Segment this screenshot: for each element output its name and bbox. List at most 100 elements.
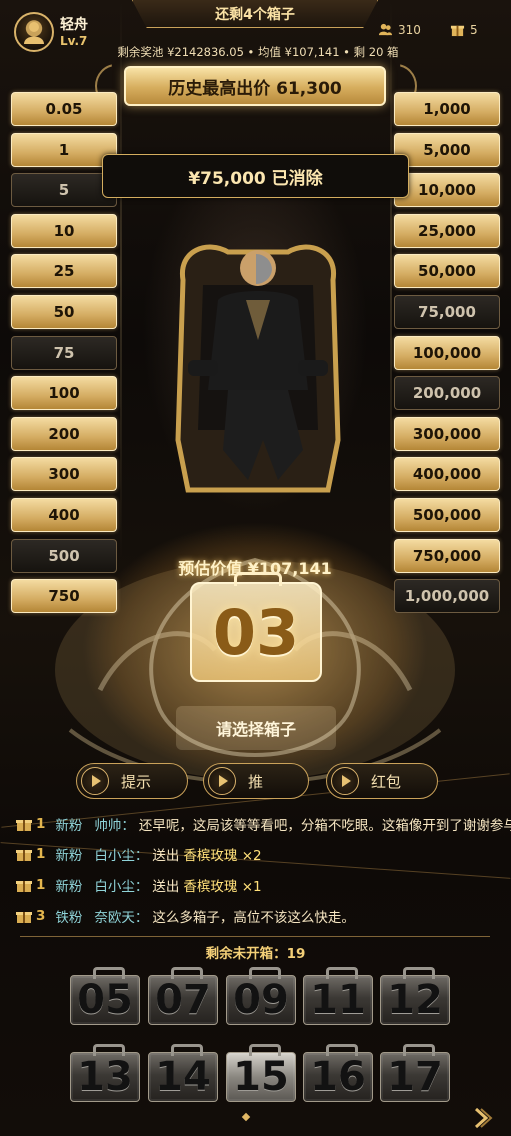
boxes-remaining-banner: 还剩4个箱子 — [132, 0, 378, 28]
prize-value-10: 10 — [11, 213, 117, 248]
background-light-beam — [120, 0, 122, 560]
case-14[interactable]: 14 — [148, 1044, 218, 1102]
fan-level: 3 — [36, 908, 46, 924]
prize-value-25000: 25,000 — [394, 213, 500, 248]
fan-tier: 新粉 — [55, 879, 83, 895]
fan-tier: 新粉 — [55, 818, 83, 834]
selected-case-number: 03 — [212, 595, 300, 669]
user-silhouette-icon — [24, 22, 44, 44]
case-05[interactable]: 05 — [70, 967, 140, 1025]
chat-nickname: 白小尘： — [94, 848, 149, 864]
prize-value-500000: 500,000 — [394, 498, 500, 532]
play-icon — [331, 767, 359, 795]
chat-text: 送出 — [152, 848, 180, 864]
prize-value-100: 100 — [11, 376, 117, 411]
prize-value-400000: 400,000 — [394, 457, 500, 492]
prize-value-100000: 100,000 — [394, 335, 500, 370]
case-12[interactable]: 12 — [380, 967, 450, 1025]
prize-value-300: 300 — [11, 457, 117, 492]
red-packet-label: 红包 — [371, 772, 402, 791]
host-on-throne-image — [175, 244, 341, 493]
prize-value-750: 750 — [11, 579, 117, 614]
fan-level: 1 — [36, 816, 46, 832]
remaining-cases-count: 剩余未开箱：19 — [205, 946, 306, 962]
case-number: 14 — [155, 1054, 211, 1100]
prize-value-25: 25 — [11, 254, 117, 289]
choose-case-prompt: 请选择箱子 — [176, 706, 336, 750]
case-11[interactable]: 11 — [303, 967, 373, 1025]
prize-value-0.05: 0.05 — [11, 92, 117, 126]
fan-tier: 新粉 — [55, 848, 83, 864]
case-number: 07 — [155, 977, 211, 1023]
user-avatar[interactable] — [14, 12, 54, 52]
chat-nickname: 帅帅： — [94, 818, 135, 834]
chat-text: 这么多箱子，高位不该这么快走。 — [152, 910, 355, 926]
fan-badge-icon — [16, 880, 32, 892]
prize-value-5000: 5,000 — [394, 132, 500, 167]
case-09[interactable]: 09 — [226, 967, 296, 1025]
chat-message: 3 铁粉 奈欧天： 这么多箱子，高位不该这么快走。 — [16, 906, 359, 926]
case-number: 12 — [387, 977, 443, 1023]
fan-badge-icon — [16, 911, 32, 923]
gift-stat: 5 — [450, 22, 478, 37]
hint-button[interactable]: 提示 — [76, 763, 188, 799]
prize-value-75: 75 — [11, 335, 117, 370]
page-indicator — [241, 1112, 251, 1122]
prize-value-500: 500 — [11, 538, 117, 573]
gift-name: 香槟玫瑰 ×2 — [183, 848, 262, 864]
push-label: 推 — [248, 772, 264, 791]
people-icon — [378, 23, 393, 36]
prize-value-10000: 10,000 — [394, 173, 500, 208]
fan-tier: 铁粉 — [55, 910, 83, 926]
game-screen: 还剩4个箱子 轻舟 Lv.7 310 5 剩余奖池 ¥2142836.05 • … — [0, 0, 511, 1136]
prize-value-400: 400 — [11, 498, 117, 532]
case-number: 09 — [233, 977, 289, 1023]
red-packet-button[interactable]: 红包 — [326, 763, 438, 799]
prize-value-200000: 200,000 — [394, 376, 500, 411]
case-13[interactable]: 13 — [70, 1044, 140, 1102]
case-16[interactable]: 16 — [303, 1044, 373, 1102]
case-07[interactable]: 07 — [148, 967, 218, 1025]
fan-badge-icon — [16, 849, 32, 861]
chat-text: 还早呢，这局该等等看吧，分箱不吃眼。这箱像开到了谢谢参与，但开局可以。 — [138, 818, 511, 834]
fan-level: 1 — [36, 846, 46, 862]
prize-value-1000000: 1,000,000 — [394, 579, 500, 614]
prize-value-750000: 750,000 — [394, 538, 500, 573]
case-15[interactable]: 15 — [226, 1044, 296, 1102]
prize-value-50: 50 — [11, 295, 117, 329]
viewers-stat: 310 — [378, 22, 421, 37]
user-name: 轻舟 — [60, 17, 88, 33]
gifts-count: 5 — [470, 22, 478, 37]
next-arrow-icon[interactable] — [470, 1106, 494, 1130]
case-number: 15 — [233, 1054, 289, 1100]
chat-message: 1 新粉 白小尘： 送出 香槟玫瑰 ×1 — [16, 875, 262, 895]
viewers-count: 310 — [398, 22, 421, 37]
eliminated-notice: ¥75,000 已消除 — [102, 154, 409, 198]
prize-value-50000: 50,000 — [394, 254, 500, 289]
prize-value-1000: 1,000 — [394, 92, 500, 126]
prize-pool-info: 剩余奖池 ¥2142836.05 • 均值 ¥107,141 • 剩 20 箱 — [117, 45, 399, 59]
push-button[interactable]: 推 — [203, 763, 309, 799]
divider — [20, 936, 490, 937]
selected-case[interactable]: 03 — [190, 572, 322, 682]
chat-message: 1 新粉帅帅：还早呢，这局该等等看吧，分箱不吃眼。这箱像开到了谢谢参与，但开局可以… — [16, 814, 511, 834]
chat-text: 送出 — [152, 879, 180, 895]
fan-badge-icon — [16, 819, 32, 831]
highest-bid-banner: 历史最高出价 61,300 — [124, 66, 386, 106]
gift-box-icon — [450, 25, 465, 37]
case-17[interactable]: 17 — [380, 1044, 450, 1102]
play-icon — [81, 767, 109, 795]
case-number: 17 — [387, 1054, 443, 1100]
prize-value-75000: 75,000 — [394, 295, 500, 329]
fan-level: 1 — [36, 877, 46, 893]
gift-name: 香槟玫瑰 ×1 — [183, 879, 262, 895]
case-number: 13 — [77, 1054, 133, 1100]
prize-value-200: 200 — [11, 416, 117, 451]
chat-message: 1 新粉 白小尘： 送出 香槟玫瑰 ×2 — [16, 844, 262, 864]
chat-nickname: 奈欧天： — [94, 910, 149, 926]
hint-label: 提示 — [121, 772, 152, 791]
prize-value-300000: 300,000 — [394, 416, 500, 451]
case-number: 05 — [77, 977, 133, 1023]
background-light-beam — [390, 0, 392, 560]
case-number: 11 — [310, 977, 366, 1023]
